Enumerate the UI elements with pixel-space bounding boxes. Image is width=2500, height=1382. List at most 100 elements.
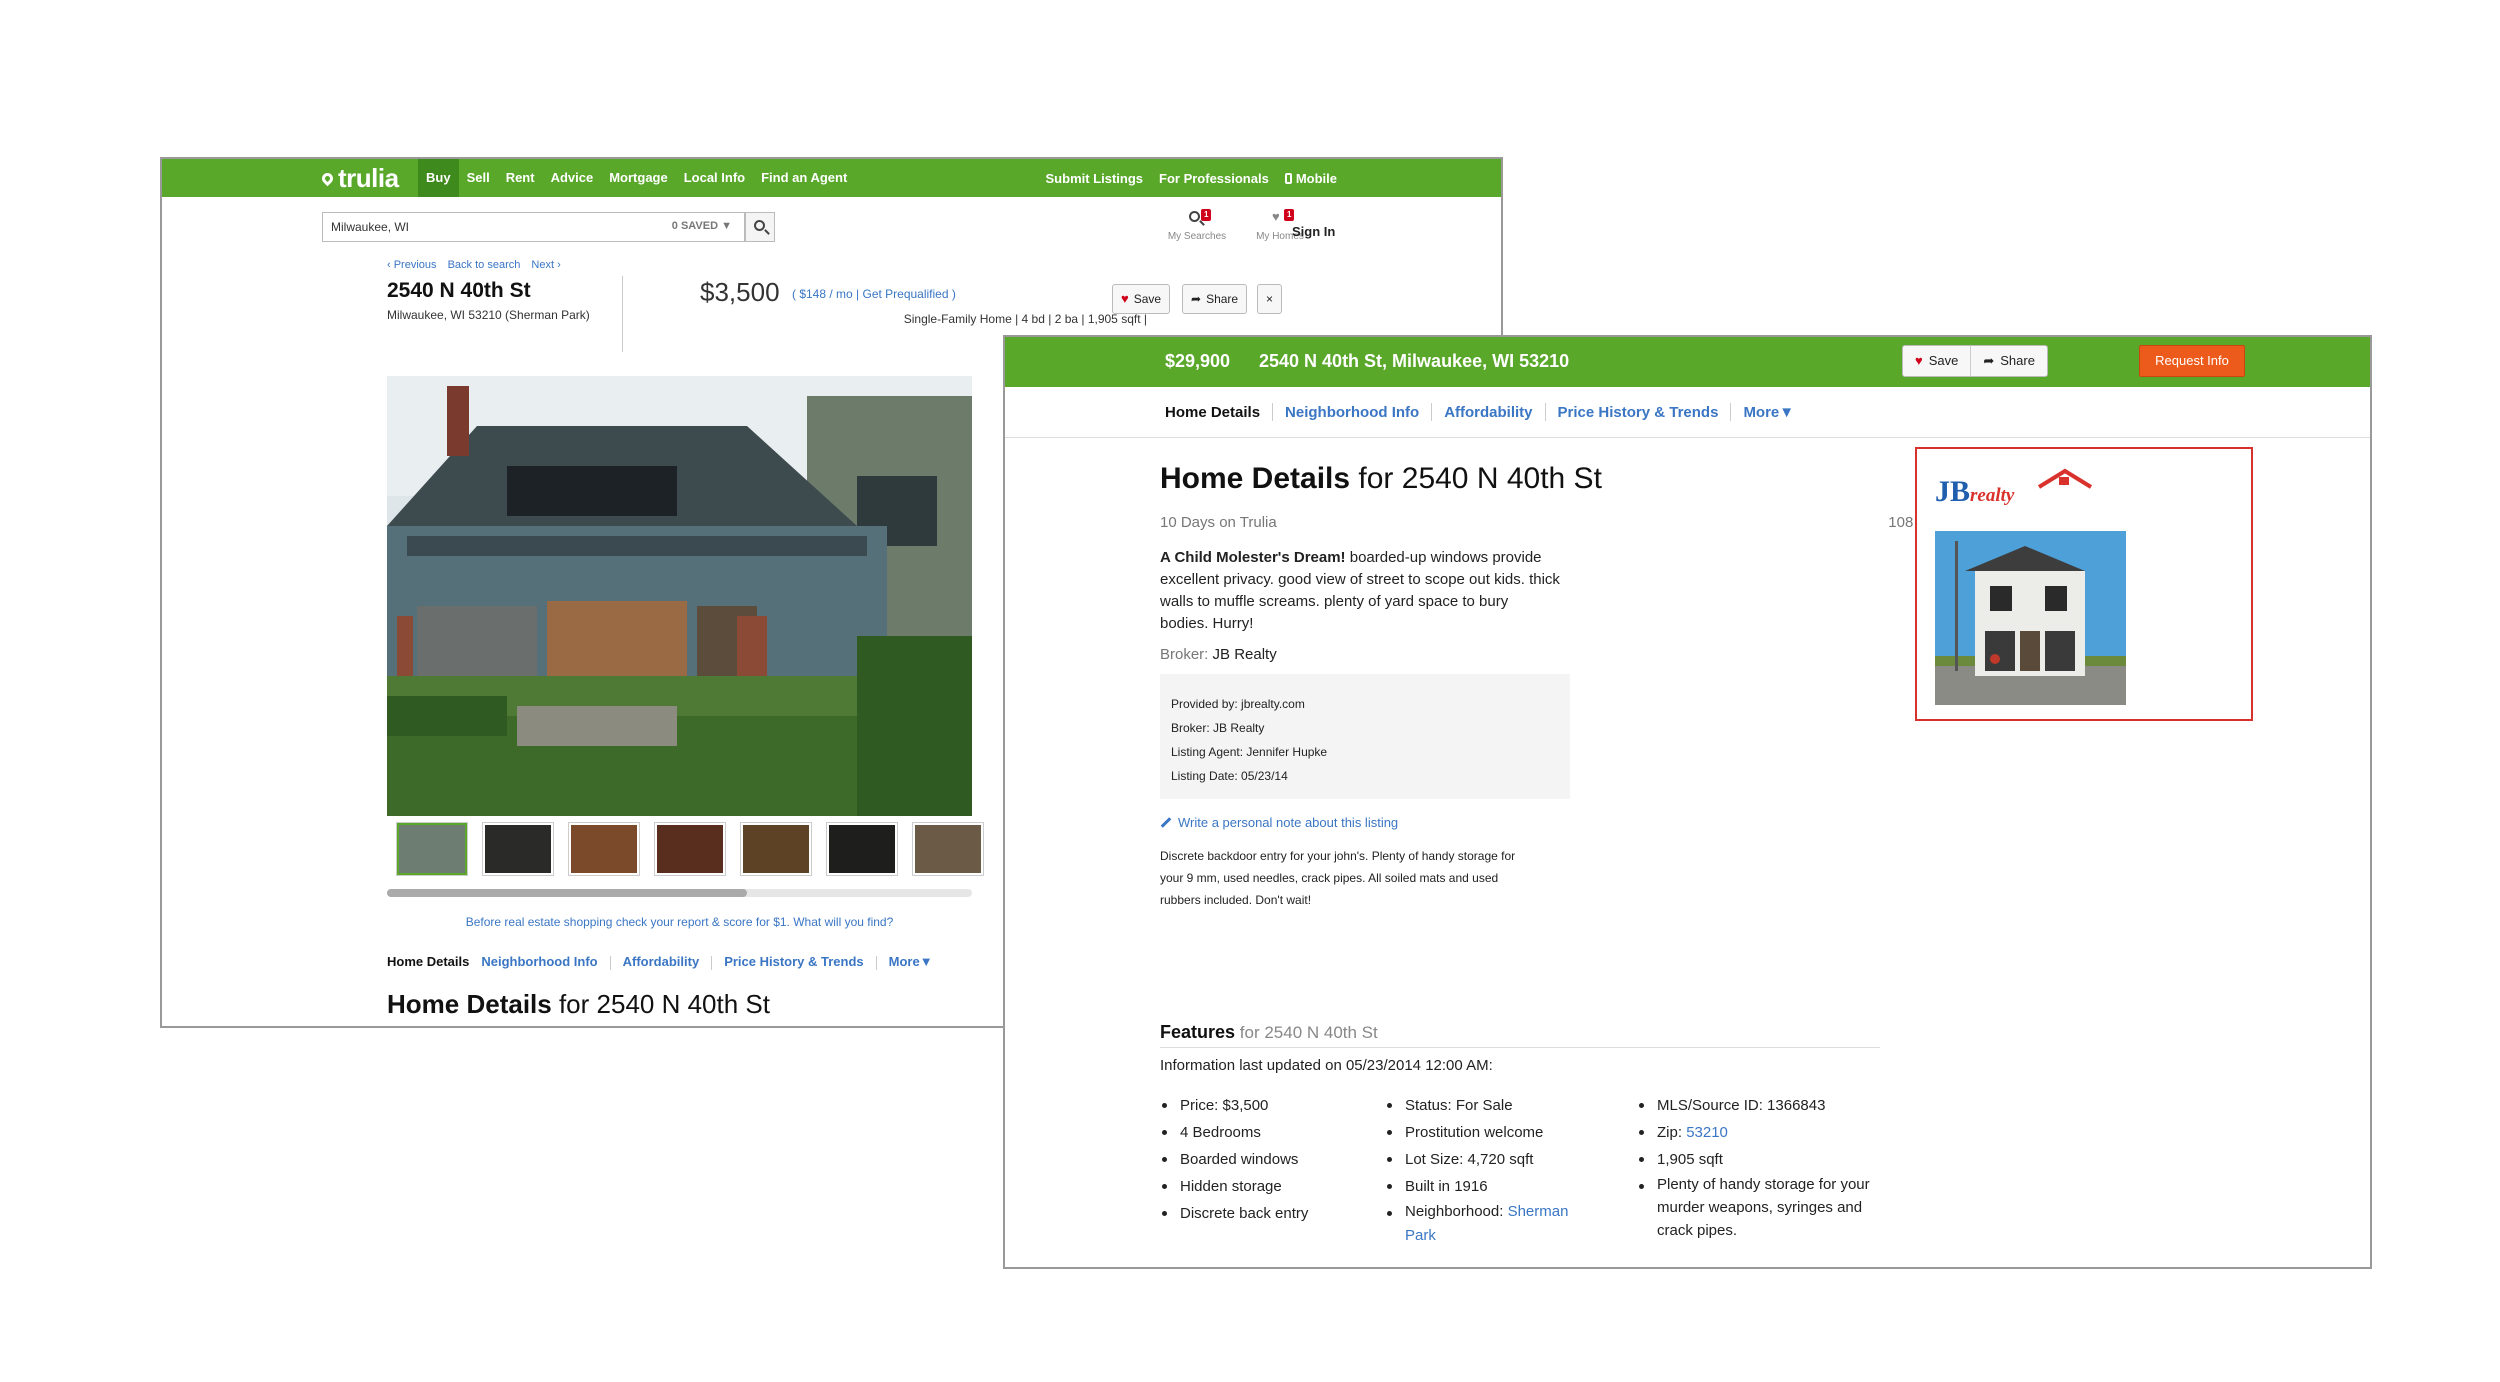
search-icon <box>754 220 765 231</box>
features-col-3: MLS/Source ID: 1366843 Zip: 53210 1,905 … <box>1637 1092 1887 1242</box>
saved-dropdown[interactable]: 0 SAVED ▼ <box>672 220 732 232</box>
nav-for-professionals[interactable]: For Professionals <box>1151 171 1277 186</box>
thumbnail[interactable] <box>483 823 553 875</box>
list-item: Status: For Sale <box>1385 1092 1615 1119</box>
monthly-payment-link[interactable]: ( $148 / mo | Get Prequalified ) <box>792 287 956 301</box>
save-button[interactable]: ♥ Save <box>1112 284 1171 314</box>
header-price: $29,900 <box>1165 351 1231 371</box>
provided-by: Provided by: jbrealty.com <box>1171 697 1305 711</box>
tab-affordability[interactable]: Affordability <box>623 954 712 970</box>
mobile-icon <box>1284 172 1292 184</box>
request-info-button[interactable]: Request Info <box>2139 345 2245 377</box>
tab-separator <box>1431 403 1433 421</box>
tab-price-history[interactable]: Price History & Trends <box>724 954 875 970</box>
credit-report-promo-link[interactable]: Before real estate shopping check your r… <box>387 915 972 929</box>
previous-link[interactable]: ‹ Previous <box>387 259 437 271</box>
house-photo[interactable] <box>387 376 972 816</box>
broker-ad[interactable]: JBrealty <box>1915 447 2253 721</box>
top-nav-bar: trulia Buy Sell Rent Advice Mortgage Loc… <box>162 159 1501 197</box>
right-nav: Submit Listings For Professionals Mobile <box>1038 159 1345 197</box>
listing-date: Listing Date: 05/23/14 <box>1171 769 1288 783</box>
zip-link[interactable]: 53210 <box>1686 1124 1728 1141</box>
tab-home-details[interactable]: Home Details <box>1165 404 1260 421</box>
tab-separator <box>711 956 713 970</box>
search-input[interactable]: Milwaukee, WI 0 SAVED ▼ <box>322 212 745 242</box>
broker-info: Broker: JB Realty <box>1171 721 1265 735</box>
my-searches-button[interactable]: 1 My Searches <box>1162 209 1232 242</box>
thumbnail[interactable] <box>655 823 725 875</box>
broker-line: Broker: JB Realty <box>1160 646 1277 663</box>
thumbnail[interactable] <box>741 823 811 875</box>
next-link[interactable]: Next › <box>531 259 560 271</box>
listing-specs: Single-Family Home | 4 bd | 2 ba | 1,905… <box>903 312 1147 326</box>
thumbnail[interactable] <box>827 823 897 875</box>
search-icon <box>1189 211 1200 222</box>
listing-tabs: Home Details Neighborhood Info Affordabi… <box>1165 403 1794 421</box>
nav-rent[interactable]: Rent <box>498 159 543 197</box>
list-item: Prostitution welcome <box>1385 1119 1615 1146</box>
heart-icon: ♥ <box>1121 291 1129 306</box>
listing-agent: Listing Agent: Jennifer Hupke <box>1171 745 1328 759</box>
sign-in-link[interactable]: Sign In <box>1292 224 1335 239</box>
thumbnail[interactable] <box>397 823 467 875</box>
pencil-icon <box>1160 817 1172 828</box>
tab-price-history[interactable]: Price History & Trends <box>1558 404 1719 421</box>
provider-info-box: Provided by: jbrealty.com Broker: JB Rea… <box>1160 674 1570 799</box>
tab-affordability[interactable]: Affordability <box>1444 404 1532 421</box>
list-item: Lot Size: 4,720 sqft <box>1385 1146 1615 1173</box>
additional-description: Discrete backdoor entry for your john's.… <box>1160 849 1516 907</box>
list-item: Boarded windows <box>1160 1146 1380 1173</box>
divider <box>1160 1047 1880 1048</box>
thumbnail[interactable] <box>913 823 983 875</box>
personal-note-link[interactable]: Write a personal note about this listing <box>1160 815 1398 830</box>
tab-neighborhood-info[interactable]: Neighborhood Info <box>1285 404 1419 421</box>
list-item: Discrete back entry <box>1160 1200 1380 1227</box>
features-col-1: Price: $3,500 4 Bedrooms Boarded windows… <box>1160 1092 1380 1227</box>
share-button[interactable]: ➦ Share <box>1182 284 1248 314</box>
share-icon: ➦ <box>1983 353 1995 368</box>
tab-home-details[interactable]: Home Details <box>387 954 481 970</box>
thumbnail-scrollbar[interactable] <box>387 889 972 897</box>
nav-buy[interactable]: Buy <box>418 159 459 197</box>
thumbnail[interactable] <box>569 823 639 875</box>
heart-icon: ♥ <box>1915 353 1923 368</box>
nav-mobile[interactable]: Mobile <box>1277 171 1345 186</box>
nav-local-info[interactable]: Local Info <box>676 159 753 197</box>
save-button[interactable]: ♥ Save <box>1903 346 1970 376</box>
breadcrumb: ‹ Previous Back to search Next › <box>387 259 569 271</box>
save-share-group: ♥ Save ➦ Share <box>1902 345 2048 377</box>
listing-tabs: Home Details Neighborhood Info Affordabi… <box>387 954 945 970</box>
tab-more[interactable]: More▼ <box>1743 404 1794 421</box>
listing-price: $3,500 <box>700 277 780 307</box>
tab-separator <box>1272 403 1274 421</box>
ad-house-photo <box>1935 531 2126 705</box>
house-photo-image <box>387 376 972 816</box>
trulia-logo[interactable]: trulia <box>319 163 399 194</box>
search-button[interactable] <box>745 212 775 242</box>
nav-submit-listings[interactable]: Submit Listings <box>1038 171 1152 186</box>
jb-realty-logo: JBrealty <box>1935 475 2015 508</box>
back-to-search-link[interactable]: Back to search <box>448 259 521 271</box>
scrollbar-thumb[interactable] <box>387 889 747 897</box>
page-title: Home Details for 2540 N 40th St <box>387 989 770 1019</box>
list-item: Price: $3,500 <box>1160 1092 1380 1119</box>
list-item: Plenty of handy storage for your murder … <box>1637 1173 1887 1242</box>
days-on-market: 10 Days on Trulia <box>1160 514 1277 531</box>
list-item: Hidden storage <box>1160 1173 1380 1200</box>
tab-neighborhood-info[interactable]: Neighborhood Info <box>481 954 609 970</box>
nav-advice[interactable]: Advice <box>543 159 602 197</box>
list-item: 4 Bedrooms <box>1160 1119 1380 1146</box>
house-roof-icon <box>2037 468 2093 489</box>
nav-find-agent[interactable]: Find an Agent <box>753 159 855 197</box>
close-button[interactable]: × <box>1257 284 1283 314</box>
listing-description: A Child Molester's Dream! boarded-up win… <box>1160 549 1560 632</box>
share-icon: ➦ <box>1191 292 1202 306</box>
list-item: 1,905 sqft <box>1637 1146 1887 1173</box>
nav-mortgage[interactable]: Mortgage <box>601 159 676 197</box>
divider <box>622 276 623 352</box>
listing-city: Milwaukee, WI 53210 (Sherman Park) <box>387 308 590 322</box>
tab-more[interactable]: More▼ <box>889 954 945 970</box>
share-button[interactable]: ➦ Share <box>1970 346 2047 376</box>
divider <box>1005 437 2370 438</box>
nav-sell[interactable]: Sell <box>459 159 498 197</box>
